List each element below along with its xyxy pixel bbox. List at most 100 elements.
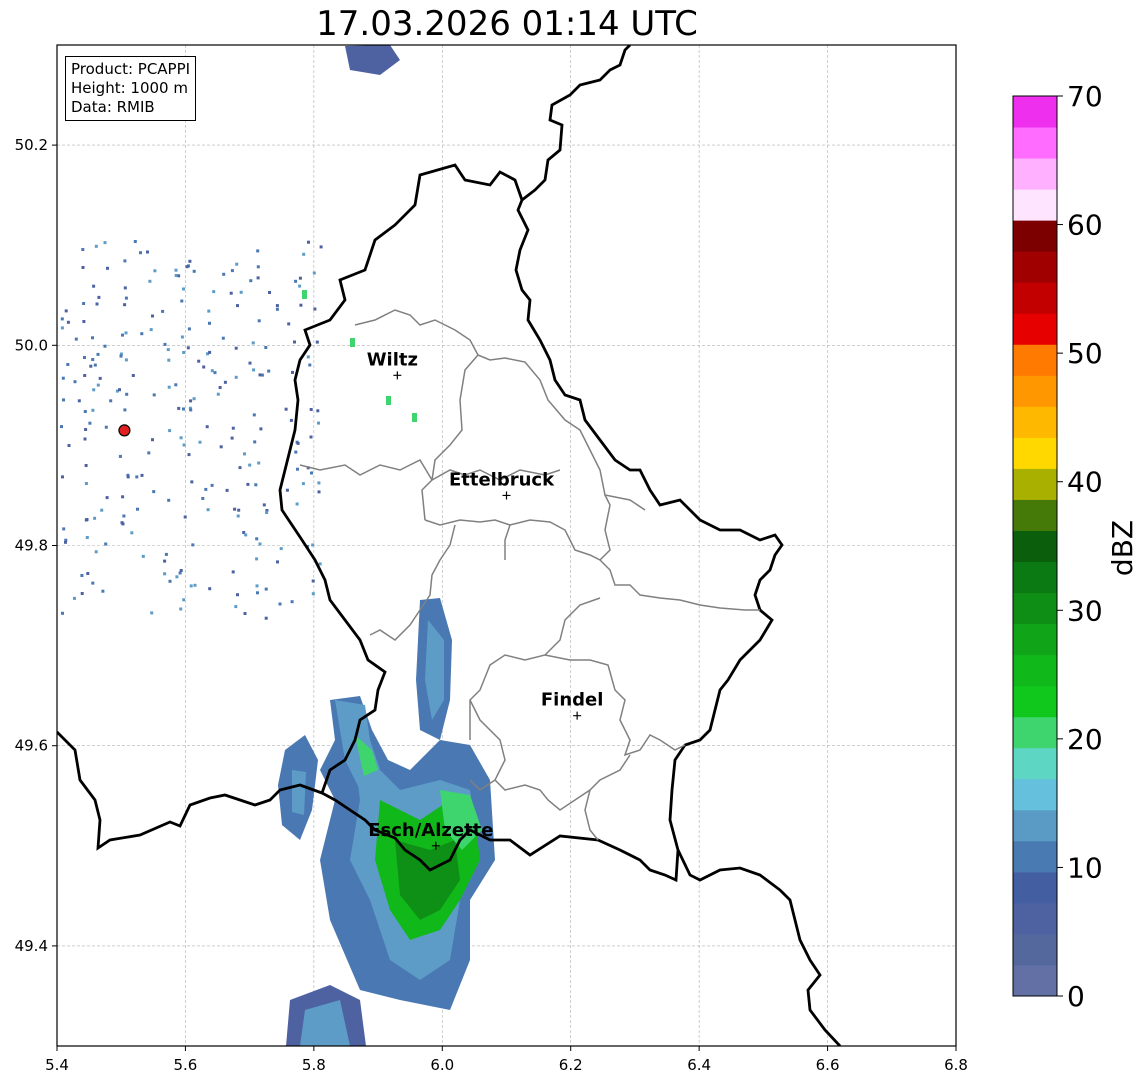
clutter-pixel bbox=[237, 508, 241, 512]
clutter-pixel bbox=[189, 399, 193, 403]
echo-pixel bbox=[412, 413, 417, 422]
clutter-pixel bbox=[248, 361, 252, 365]
clutter-pixel bbox=[121, 333, 124, 337]
y-tick-label: 49.8 bbox=[15, 537, 48, 555]
clutter-pixel bbox=[234, 375, 238, 379]
clutter-pixel bbox=[243, 452, 246, 456]
clutter-pixel bbox=[60, 425, 63, 429]
clutter-pixel bbox=[182, 443, 186, 447]
colorbar-segment bbox=[1013, 220, 1057, 252]
clutter-pixel bbox=[182, 598, 186, 602]
clutter-pixel bbox=[192, 397, 196, 401]
clutter-pixel bbox=[100, 508, 104, 512]
colorbar-segment bbox=[1013, 406, 1057, 438]
city-marker-cross bbox=[502, 491, 511, 500]
clutter-pixel bbox=[244, 533, 248, 537]
clutter-pixel bbox=[208, 321, 211, 325]
clutter-pixel bbox=[284, 407, 288, 411]
clutter-pixel bbox=[186, 346, 190, 350]
clutter-pixel bbox=[182, 407, 185, 411]
clutter-pixel bbox=[109, 399, 113, 403]
clutter-pixel bbox=[253, 440, 257, 444]
clutter-pixel bbox=[131, 374, 135, 377]
clutter-pixel bbox=[290, 600, 294, 604]
clutter-pixel bbox=[97, 295, 101, 299]
clutter-pixel bbox=[179, 569, 183, 572]
clutter-pixel bbox=[83, 356, 86, 359]
clutter-pixel bbox=[104, 542, 108, 546]
clutter-pixel bbox=[278, 602, 282, 606]
clutter-pixel bbox=[85, 518, 89, 521]
radar-map: Wiltz Ettelbruck Findel Esch/Alzette 5.4 5.6… bbox=[15, 44, 1139, 1074]
clutter-pixel bbox=[168, 579, 172, 583]
clutter-pixel bbox=[147, 451, 151, 455]
clutter-pixel bbox=[222, 272, 226, 276]
clutter-pixel bbox=[61, 475, 64, 479]
clutter-pixel bbox=[291, 370, 294, 374]
clutter-pixel bbox=[152, 490, 156, 494]
clutter-pixel bbox=[256, 276, 260, 280]
clutter-pixel bbox=[96, 383, 100, 387]
clutter-pixel bbox=[91, 336, 94, 340]
clutter-pixel bbox=[210, 483, 214, 487]
clutter-pixel bbox=[302, 252, 306, 256]
colorbar-segment bbox=[1013, 685, 1057, 718]
clutter-pixel bbox=[255, 584, 259, 588]
city-label: Esch/Alzette bbox=[368, 820, 493, 841]
colorbar-tick-label: 70 bbox=[1067, 80, 1103, 113]
clutter-pixel bbox=[91, 408, 95, 412]
x-tick-label: 6.2 bbox=[559, 1056, 583, 1074]
clutter-pixel bbox=[257, 461, 261, 465]
colorbar-segment bbox=[1013, 716, 1057, 749]
clutter-pixel bbox=[123, 408, 127, 412]
clutter-pixel bbox=[317, 421, 320, 425]
clutter-pixel bbox=[204, 487, 208, 491]
clutter-pixel bbox=[258, 373, 262, 377]
clutter-pixel bbox=[311, 579, 315, 583]
clutter-pixel bbox=[256, 591, 259, 595]
product-info-box: Product: PCAPPI Height: 1000 m Data: RMI… bbox=[65, 56, 197, 121]
x-tick-label: 5.6 bbox=[173, 1056, 197, 1074]
colorbar-segment bbox=[1013, 127, 1057, 159]
clutter-pixel bbox=[229, 291, 233, 295]
clutter-pixel bbox=[202, 365, 206, 369]
clutter-pixel bbox=[264, 616, 268, 620]
clutter-pixel bbox=[265, 511, 269, 514]
clutter-pixel bbox=[83, 437, 87, 441]
colorbar-segment bbox=[1013, 964, 1057, 997]
colorbar-segment bbox=[1013, 158, 1057, 190]
clutter-pixel bbox=[206, 508, 210, 512]
colorbar-segment bbox=[1013, 747, 1057, 780]
clutter-pixel bbox=[163, 559, 167, 563]
colorbar-segment bbox=[1013, 437, 1057, 469]
clutter-pixel bbox=[83, 410, 87, 413]
clutter-pixel bbox=[255, 537, 259, 541]
clutter-pixel bbox=[256, 249, 260, 253]
radar-site-marker bbox=[118, 424, 131, 437]
clutter-pixel bbox=[180, 335, 184, 339]
clutter-pixel bbox=[123, 303, 127, 307]
colorbar-tick-label: 40 bbox=[1067, 466, 1103, 499]
clutter-pixel bbox=[126, 475, 130, 479]
clutter-pixel bbox=[146, 250, 149, 254]
clutter-pixel bbox=[77, 399, 81, 403]
clutter-pixel bbox=[267, 369, 271, 373]
clutter-pixel bbox=[74, 337, 78, 341]
clutter-pixel bbox=[80, 574, 84, 577]
height-label: Height: 1000 m bbox=[71, 79, 188, 97]
colorbar-tick-label: 60 bbox=[1067, 209, 1103, 242]
clutter-pixel bbox=[257, 319, 261, 323]
clutter-pixel bbox=[174, 268, 178, 272]
clutter-pixel bbox=[312, 271, 316, 275]
clutter-pixel bbox=[94, 550, 98, 554]
clutter-pixel bbox=[180, 299, 184, 303]
clutter-pixel bbox=[135, 475, 139, 479]
clutter-pixel bbox=[236, 593, 239, 597]
clutter-pixel bbox=[254, 483, 258, 487]
product-label: Product: PCAPPI bbox=[71, 60, 191, 78]
clutter-pixel bbox=[259, 427, 263, 431]
clutter-pixel bbox=[151, 438, 154, 442]
clutter-pixel bbox=[187, 327, 191, 331]
clutter-pixel bbox=[82, 302, 86, 305]
colorbar-segment bbox=[1013, 933, 1057, 966]
